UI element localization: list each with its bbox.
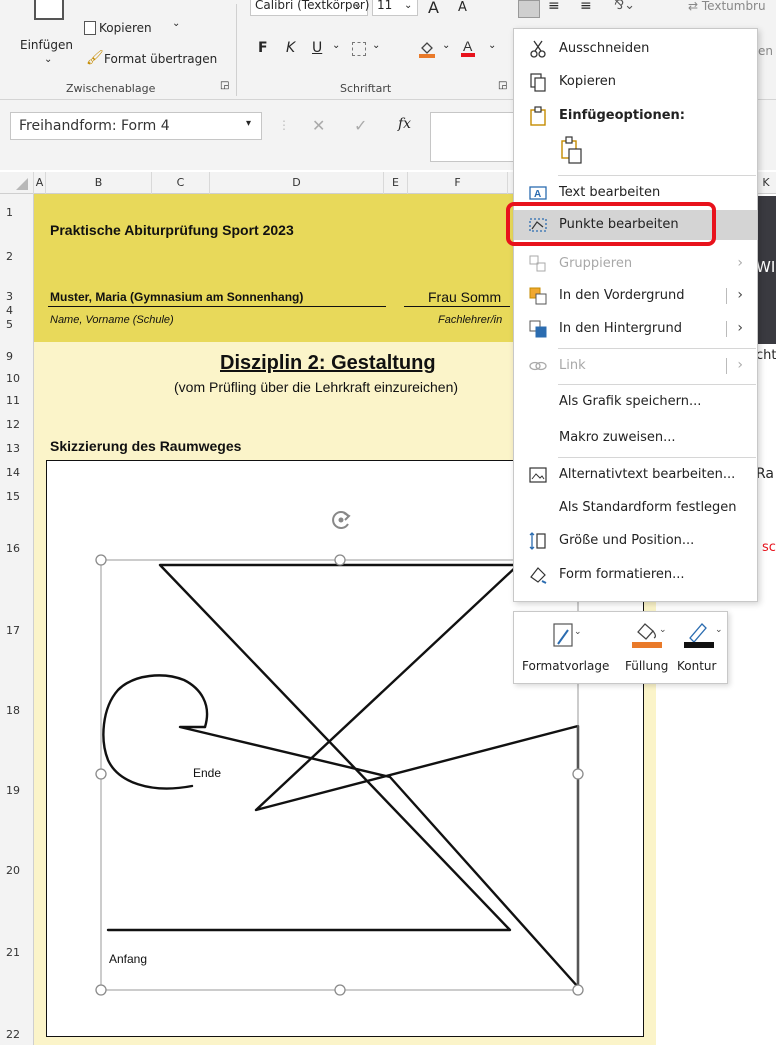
- fill-button[interactable]: ⌄: [632, 618, 668, 650]
- paste-icon: [528, 106, 548, 126]
- chevron-right-icon[interactable]: ›: [737, 320, 743, 336]
- rotate-handle-icon[interactable]: [329, 508, 353, 532]
- scissors-icon: [528, 39, 548, 59]
- edit-text-icon: A: [528, 183, 548, 203]
- chevron-right-icon: ›: [737, 357, 743, 373]
- chevron-right-icon: ›: [737, 255, 743, 271]
- shape-style-icon: ⌄: [553, 623, 582, 647]
- menu-item-label: Größe und Position...: [559, 533, 695, 548]
- menu-item-size-position[interactable]: Größe und Position...: [514, 526, 757, 556]
- alt-text-icon: [528, 465, 548, 485]
- link-icon: [528, 356, 548, 376]
- menu-item-label: Makro zuweisen...: [559, 430, 676, 445]
- menu-item-save-as-picture[interactable]: Als Grafik speichern...: [514, 387, 757, 417]
- menu-item-label: Ausschneiden: [559, 41, 650, 56]
- menu-item-set-default-shape[interactable]: Als Standardform festlegen: [514, 493, 757, 523]
- menu-item-format-shape[interactable]: Form formatieren...: [514, 560, 757, 590]
- shape-style-button[interactable]: ⌄: [550, 620, 586, 650]
- menu-item-link: Link ›: [514, 351, 757, 381]
- menu-divider: [726, 358, 727, 374]
- fill-label: Füllung: [625, 659, 669, 673]
- menu-item-label: Gruppieren: [559, 256, 633, 271]
- outline-label: Kontur: [677, 659, 717, 673]
- menu-item-label: In den Hintergrund: [559, 321, 682, 336]
- chevron-right-icon[interactable]: ›: [737, 287, 743, 303]
- menu-item-group: Gruppieren ›: [514, 249, 757, 279]
- svg-text:⌄: ⌄: [574, 627, 582, 637]
- svg-text:⌄: ⌄: [715, 625, 723, 635]
- menu-separator: [558, 457, 756, 458]
- menu-item-label: Als Standardform festlegen: [559, 500, 737, 515]
- menu-item-label: Als Grafik speichern...: [559, 394, 702, 409]
- menu-divider: [726, 321, 727, 337]
- context-menu: Ausschneiden Kopieren Einfügeoptionen: A…: [506, 28, 758, 602]
- menu-item-label: Kopieren: [559, 74, 616, 89]
- mini-toolbar: ⌄ ⌄ ⌄ Formatvorlage Füllung Kontur: [513, 611, 728, 684]
- size-position-icon: [528, 531, 548, 551]
- outline-pen-icon: ⌄: [684, 623, 723, 648]
- group-icon: [528, 254, 548, 274]
- svg-text:⌄: ⌄: [659, 625, 667, 635]
- menu-item-copy[interactable]: Kopieren: [514, 67, 757, 97]
- start-label: Anfang: [109, 952, 148, 966]
- end-label: Ende: [193, 766, 222, 780]
- menu-item-label: Einfügeoptionen:: [559, 108, 685, 123]
- menu-item-paste-options: Einfügeoptionen:: [514, 101, 757, 131]
- bring-forward-icon: [528, 286, 548, 306]
- shape-style-label: Formatvorlage: [522, 659, 610, 673]
- menu-item-label: Form formatieren...: [559, 567, 685, 582]
- menu-item-label: Link: [559, 358, 586, 373]
- menu-separator: [558, 348, 756, 349]
- format-shape-icon: [528, 565, 548, 585]
- menu-item-bring-forward[interactable]: In den Vordergrund ›: [514, 281, 757, 311]
- menu-item-cut[interactable]: Ausschneiden: [514, 34, 757, 64]
- copy-icon: [528, 72, 548, 92]
- paste-option-icon[interactable]: [559, 135, 585, 165]
- highlight-ring: [506, 202, 716, 246]
- menu-item-label: Text bearbeiten: [559, 185, 661, 200]
- send-backward-icon: [528, 319, 548, 339]
- menu-item-label: In den Vordergrund: [559, 288, 685, 303]
- fill-bucket-icon: ⌄: [632, 623, 667, 648]
- outline-button[interactable]: ⌄: [684, 618, 724, 650]
- menu-separator: [558, 384, 756, 385]
- menu-item-label: Alternativtext bearbeiten...: [559, 467, 736, 482]
- menu-item-send-backward[interactable]: In den Hintergrund ›: [514, 314, 757, 344]
- menu-item-assign-macro[interactable]: Makro zuweisen...: [514, 423, 757, 453]
- menu-separator: [558, 175, 756, 176]
- menu-item-alt-text[interactable]: Alternativtext bearbeiten...: [514, 460, 757, 490]
- menu-divider: [726, 288, 727, 304]
- svg-text:A: A: [534, 189, 541, 200]
